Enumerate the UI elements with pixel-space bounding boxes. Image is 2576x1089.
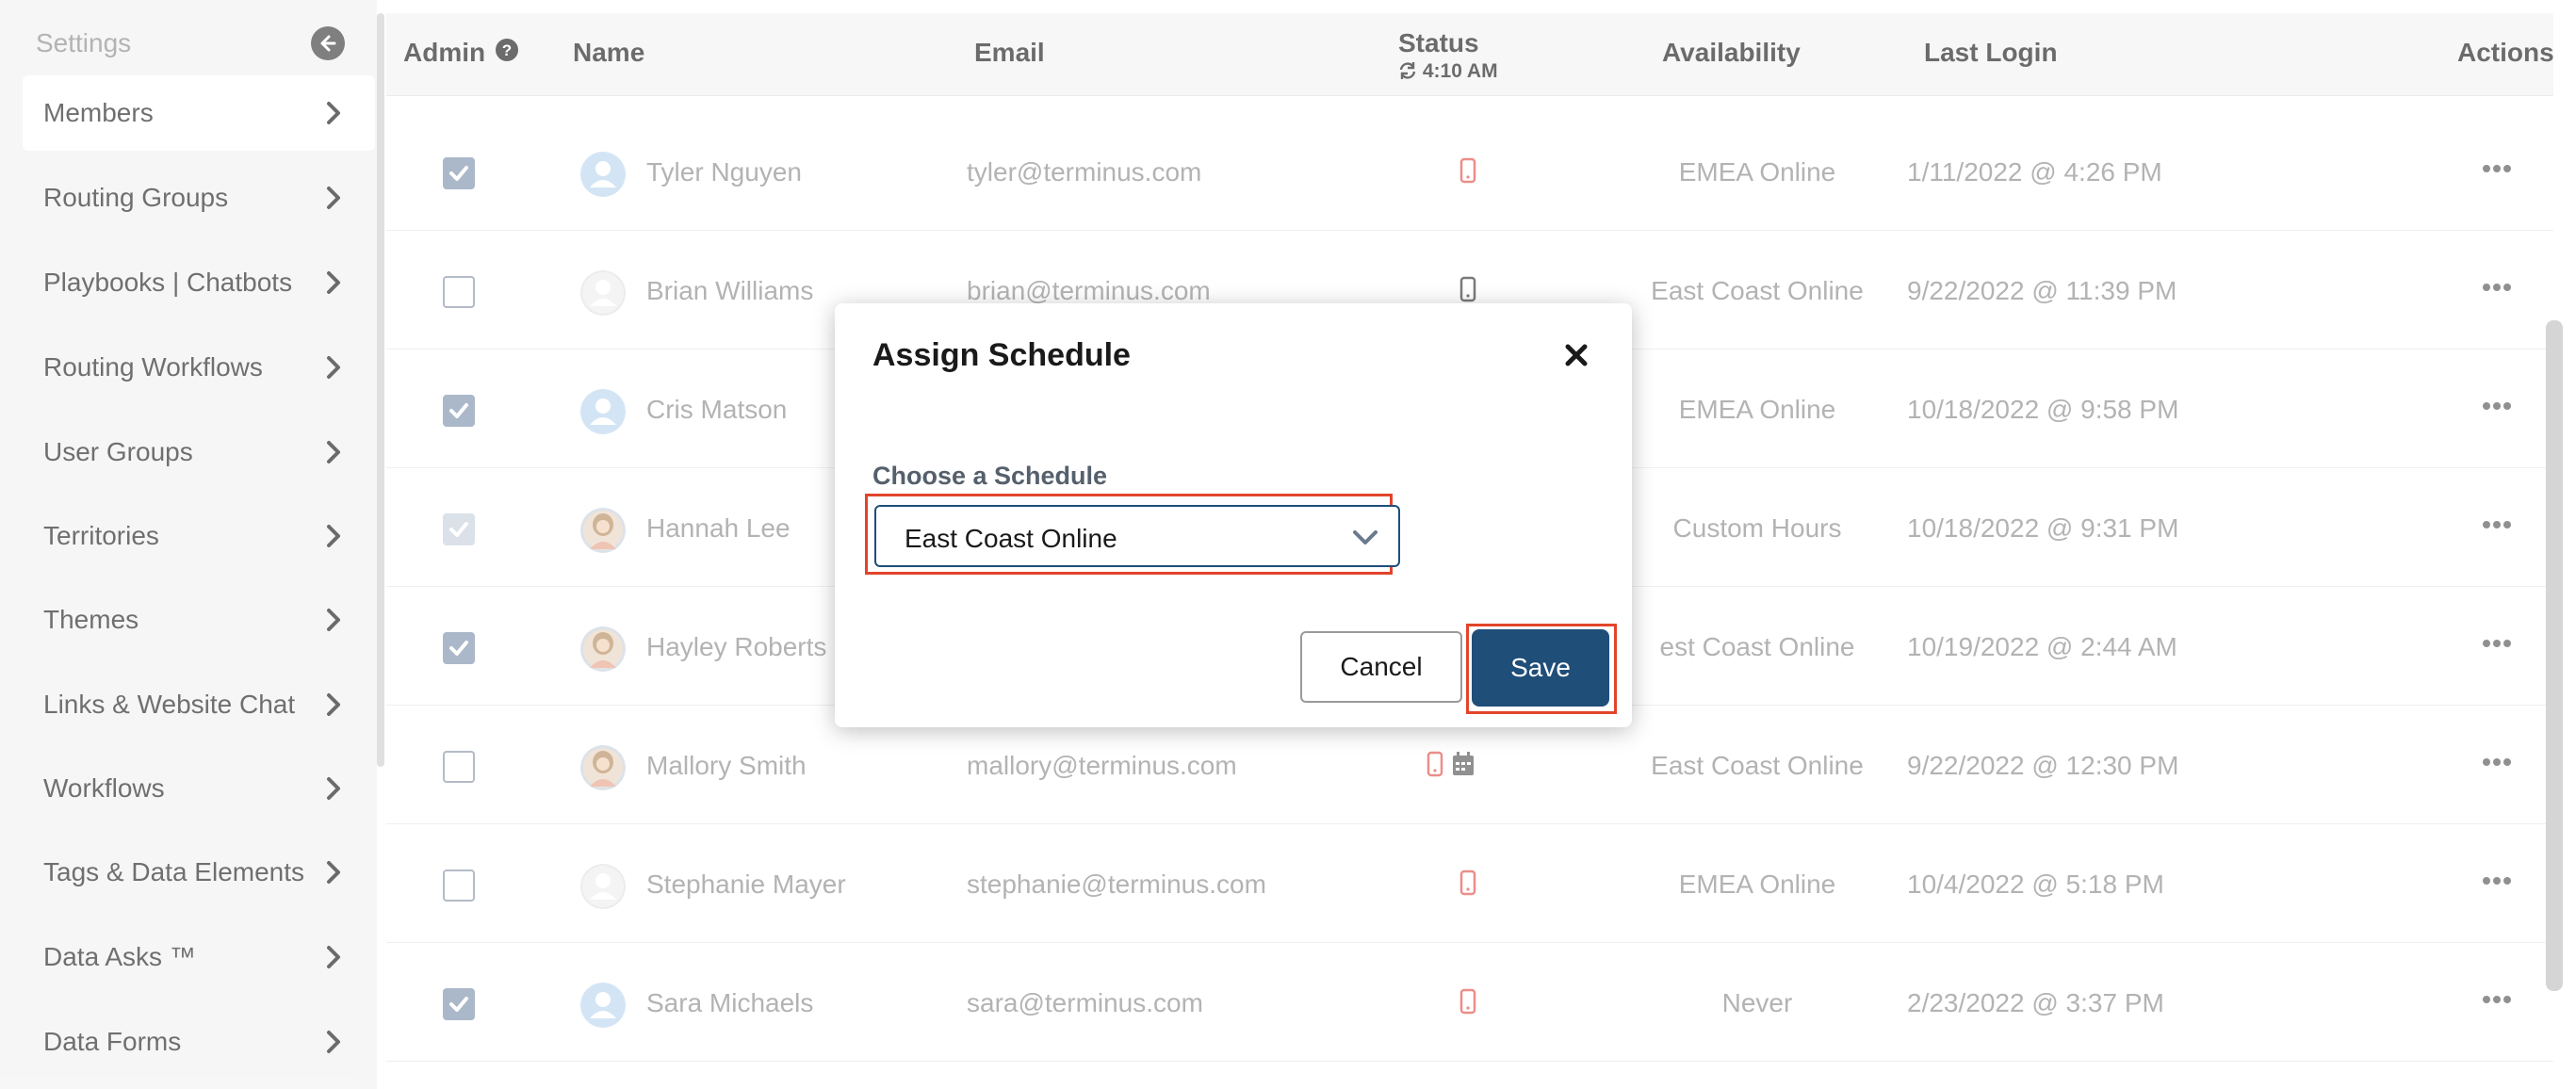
schedule-field-label: Choose a Schedule [872, 462, 1108, 490]
save-button[interactable]: Save [1472, 629, 1609, 707]
chevron-down-icon [1353, 530, 1378, 544]
cancel-button[interactable]: Cancel [1300, 631, 1462, 703]
schedule-select-value: East Coast Online [905, 524, 1117, 553]
schedule-select[interactable]: East Coast Online [874, 505, 1400, 567]
assign-schedule-modal: Assign Schedule Choose a Schedule East C… [835, 303, 1632, 727]
modal-title: Assign Schedule [872, 337, 1131, 373]
close-icon [1565, 344, 1588, 366]
close-button[interactable] [1560, 339, 1592, 371]
